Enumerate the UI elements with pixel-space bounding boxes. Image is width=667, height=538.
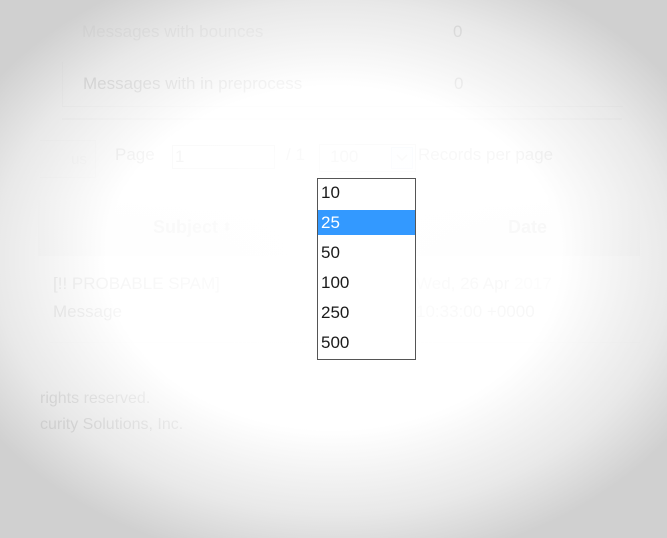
date-line: Wed, 26 Apr 2017 xyxy=(416,270,646,298)
previous-button[interactable]: us xyxy=(40,140,96,178)
dropdown-option[interactable]: 100 xyxy=(318,270,415,295)
stat-value: 0 xyxy=(453,22,463,41)
table-cell-date: Wed, 26 Apr 2017 10:33:00 +0000 xyxy=(416,270,646,326)
footer-line: curity Solutions, Inc. xyxy=(40,416,184,433)
records-per-page-label: Records per page xyxy=(418,145,554,164)
stat-label: Messages with in preprocess xyxy=(83,74,303,93)
page-total-label: / 1 xyxy=(286,145,305,164)
dropdown-option-highlighted[interactable]: 25 xyxy=(318,210,415,235)
table-cell-subject[interactable]: [!! PROBABLE SPAM] Message xyxy=(53,270,318,326)
stat-value: 0 xyxy=(454,74,464,93)
stat-label: Messages with bounces xyxy=(82,22,264,41)
copyright-footer: rights reserved. curity Solutions, Inc. xyxy=(40,386,183,438)
date-year: 2017 xyxy=(513,274,552,293)
dropdown-option[interactable]: 10 xyxy=(318,180,415,205)
subject-line: [!! PROBABLE SPAM] xyxy=(53,274,220,293)
footer-line: rights reserved. xyxy=(40,390,151,407)
select-current-value: 100 xyxy=(330,147,359,166)
column-header-subject[interactable]: Subject ⬍ xyxy=(153,217,232,238)
divider xyxy=(62,118,622,120)
chevron-down-icon[interactable] xyxy=(391,147,413,169)
column-header-label: Subject xyxy=(153,217,219,237)
stat-row-bounces: Messages with bounces 0 xyxy=(62,16,622,60)
sort-icon[interactable]: ⬍ xyxy=(222,220,232,234)
stat-row-preprocess: Messages with in preprocess 0 xyxy=(62,62,623,107)
records-per-page-select[interactable]: 100 xyxy=(319,144,416,172)
records-per-page-dropdown: 10 25 50 100 250 500 xyxy=(317,178,416,360)
subject-line: Message xyxy=(53,302,122,321)
column-header-date[interactable]: Date xyxy=(508,217,547,238)
dropdown-option[interactable]: 250 xyxy=(318,300,415,325)
page-number-input[interactable] xyxy=(172,145,275,169)
dropdown-option[interactable]: 500 xyxy=(318,330,415,355)
date-line: 10:33:00 +0000 xyxy=(416,302,535,321)
page-label: Page xyxy=(115,145,155,164)
dropdown-option[interactable]: 50 xyxy=(318,240,415,265)
date-text: Wed, 26 Apr xyxy=(416,274,514,293)
page: Messages with bounces 0 Messages with in… xyxy=(0,0,667,538)
